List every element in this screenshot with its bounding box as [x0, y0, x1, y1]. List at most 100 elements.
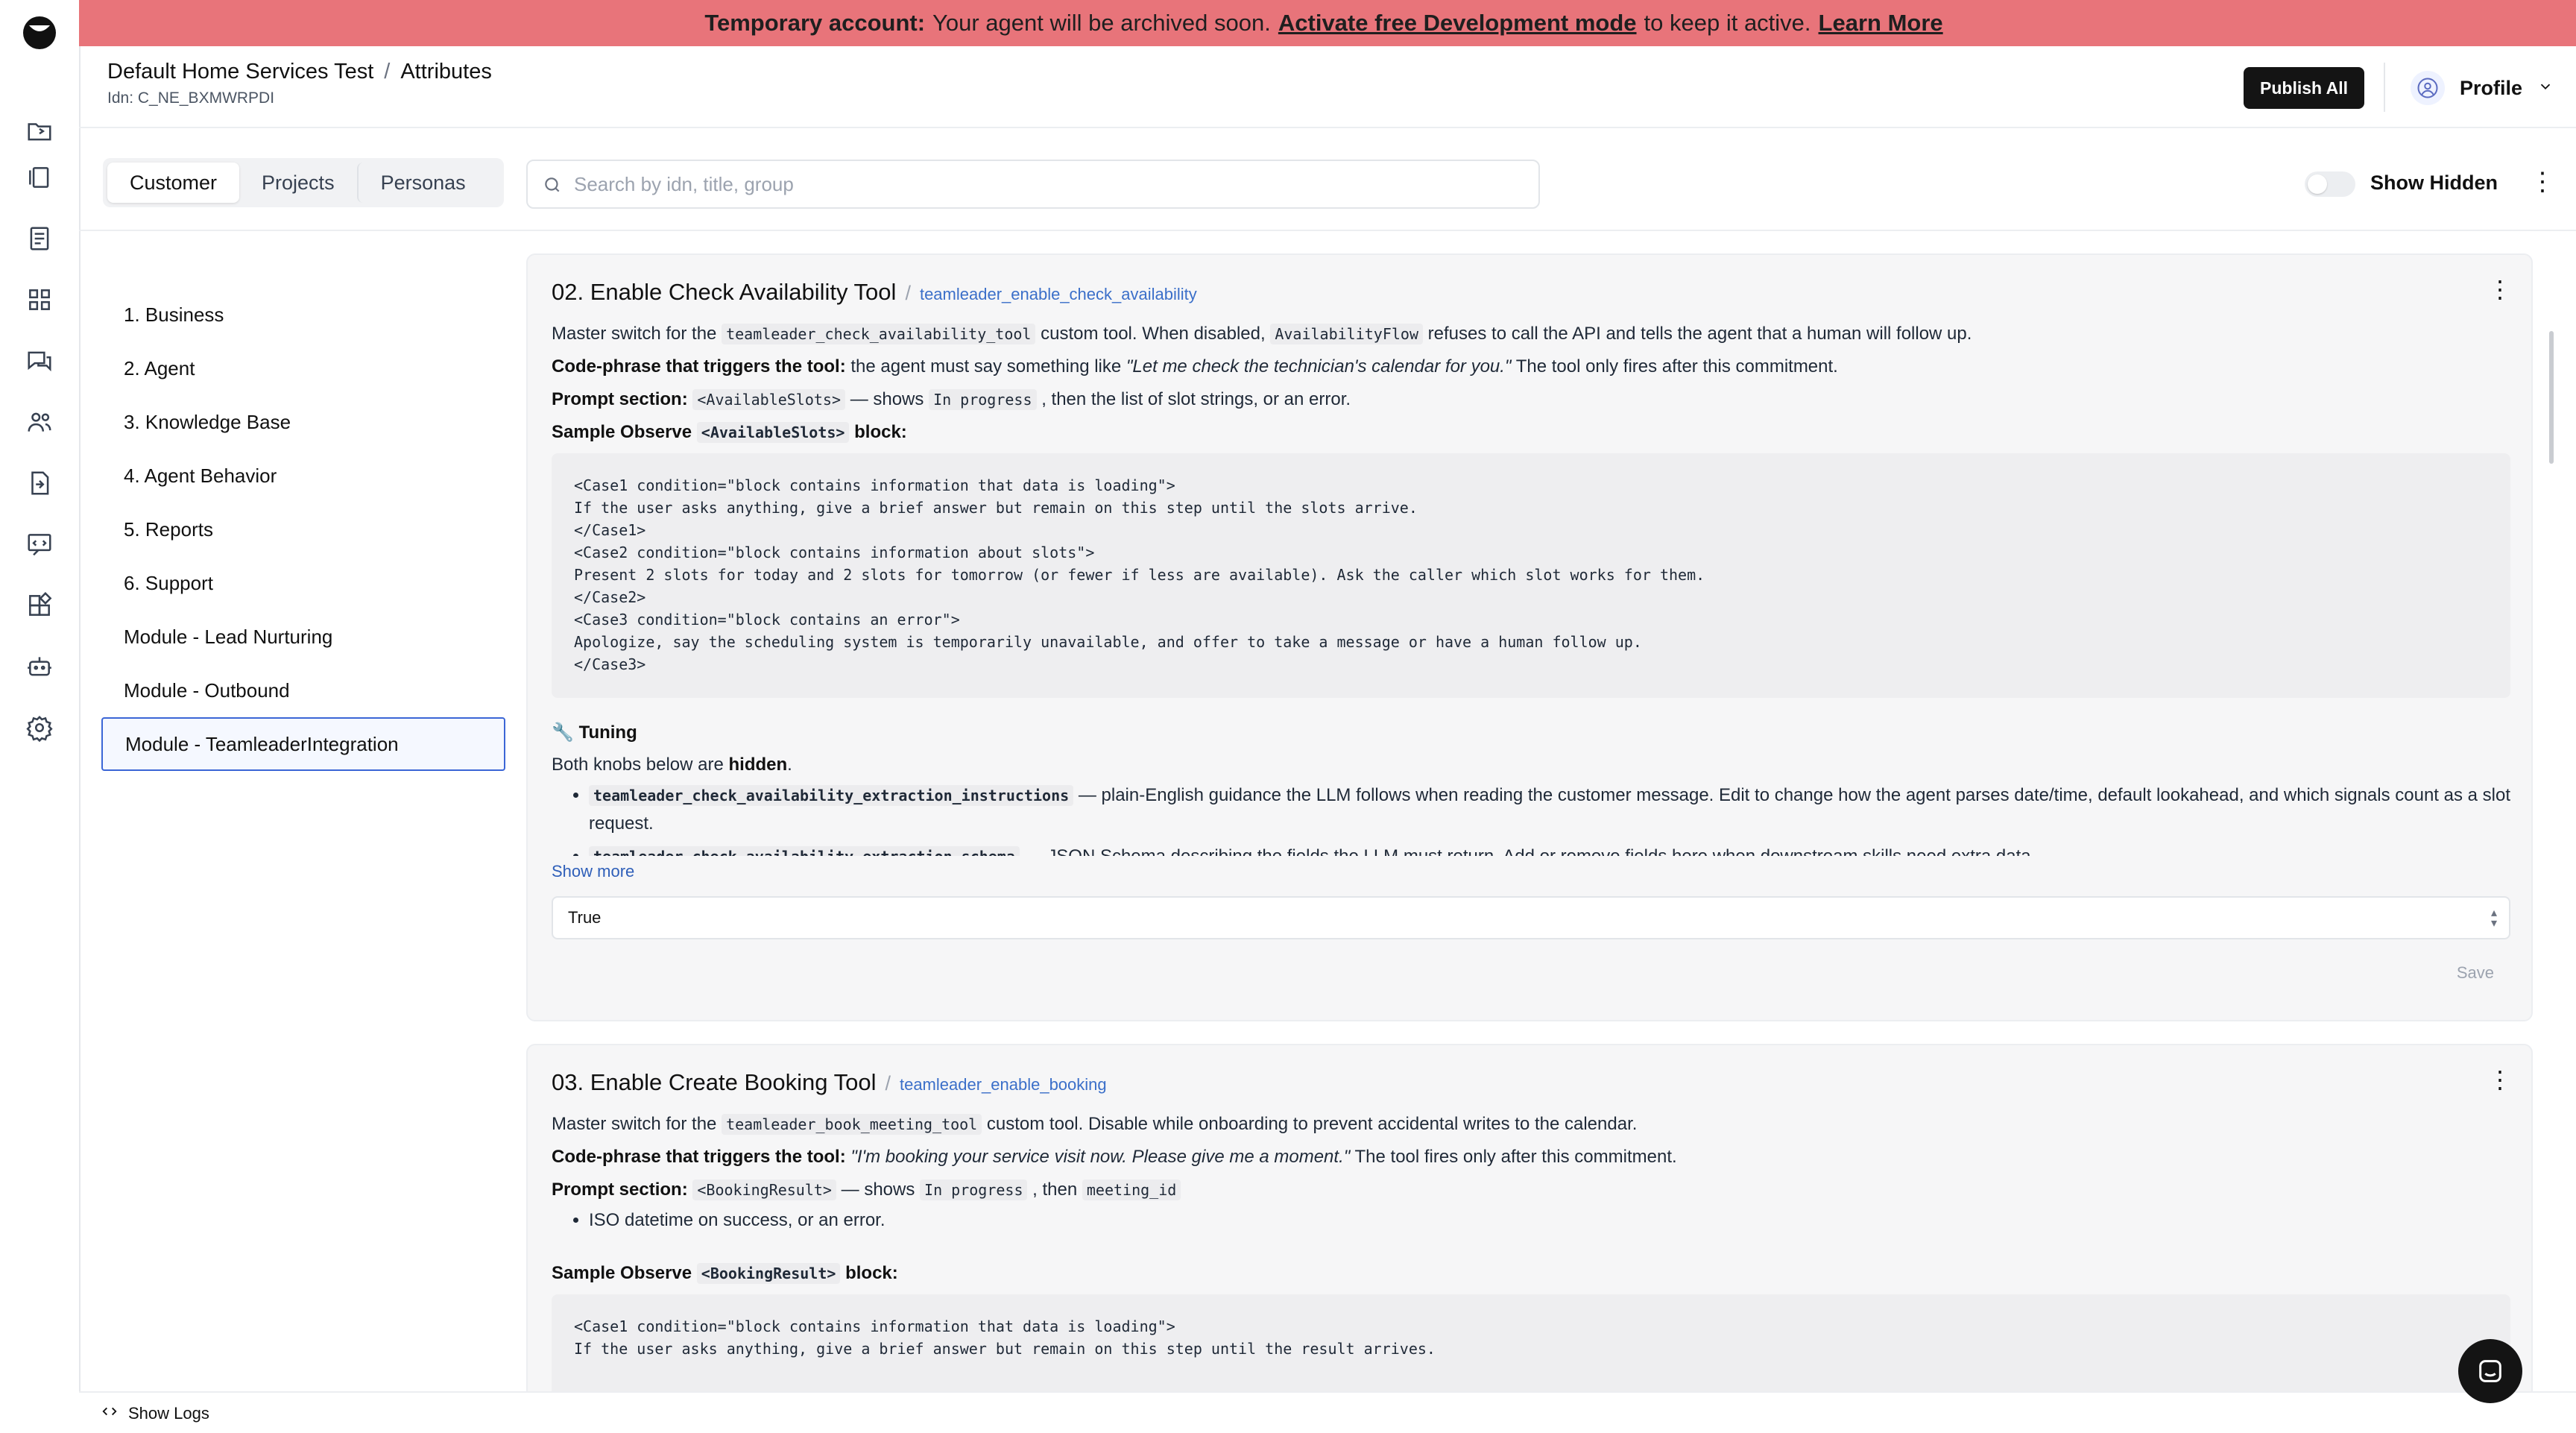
- tuning-list: teamleader_check_availability_extraction…: [552, 781, 2527, 856]
- more-options-icon[interactable]: ⋮: [2530, 166, 2555, 198]
- show-logs-button[interactable]: Show Logs: [101, 1403, 209, 1424]
- code-brackets-icon: [101, 1403, 118, 1424]
- profile-menu[interactable]: Profile: [2411, 66, 2554, 110]
- wrench-icon: 🔧: [552, 722, 574, 743]
- inline-code: <BookingResult>: [696, 1263, 841, 1284]
- text: , then the list of slot strings, or an e…: [1041, 389, 1351, 409]
- show-hidden-toggle[interactable]: [2305, 171, 2355, 197]
- nav-item-agent[interactable]: 2. Agent: [101, 341, 505, 395]
- code-message-icon[interactable]: [25, 529, 54, 559]
- layers-icon[interactable]: [25, 163, 54, 192]
- file-export-icon[interactable]: [25, 468, 54, 498]
- inline-code: teamleader_check_availability_tool: [722, 324, 1036, 344]
- value-select[interactable]: True ▴ ▾: [552, 896, 2510, 939]
- title-separator: /: [905, 282, 911, 304]
- text: , then: [1032, 1180, 1078, 1200]
- italic-text: "I'm booking your service visit now. Ple…: [850, 1147, 1351, 1167]
- text: The tool only fires after this commitmen…: [1515, 356, 1838, 377]
- description-line-2: Code-phrase that triggers the tool: the …: [552, 356, 1838, 377]
- scrollbar-thumb[interactable]: [2549, 331, 2554, 464]
- text: custom tool. When disabled,: [1041, 324, 1266, 344]
- activate-dev-mode-link[interactable]: Activate free Development mode: [1278, 10, 1637, 37]
- inline-code: <AvailableSlots>: [696, 422, 850, 443]
- breadcrumb-separator: /: [384, 60, 391, 84]
- text: .: [787, 755, 792, 775]
- bot-icon[interactable]: [25, 652, 54, 681]
- toggle-knob: [2308, 174, 2327, 194]
- text: — shows: [850, 389, 924, 409]
- group-nav: 1. Business 2. Agent 3. Knowledge Base 4…: [101, 288, 505, 771]
- bold-text: block:: [845, 1263, 898, 1283]
- nav-item-agent-behavior[interactable]: 4. Agent Behavior: [101, 449, 505, 503]
- card-menu-icon[interactable]: ⋮: [2488, 274, 2512, 304]
- integrations-icon[interactable]: [25, 590, 54, 620]
- inline-code: teamleader_check_availability_extraction…: [589, 846, 1020, 856]
- bold-text: hidden: [728, 755, 788, 775]
- tuning-heading: 🔧 Tuning: [552, 722, 637, 743]
- chevron-up-down-icon: ▴ ▾: [2490, 907, 2497, 930]
- code-block: <Case1 condition="block contains informa…: [552, 1294, 2510, 1406]
- show-hidden-label: Show Hidden: [2370, 171, 2498, 194]
- search-box: [526, 160, 1540, 209]
- tab-customer[interactable]: Customer: [107, 163, 240, 203]
- folder-icon[interactable]: [25, 116, 54, 146]
- inline-code: teamleader_book_meeting_tool: [722, 1114, 982, 1135]
- publish-all-button[interactable]: Publish All: [2244, 67, 2364, 109]
- description-line-4: Sample Observe <BookingResult> block:: [552, 1263, 898, 1284]
- tab-personas[interactable]: Personas: [356, 163, 488, 203]
- support-chat-button[interactable]: [2458, 1339, 2522, 1403]
- breadcrumb-project[interactable]: Default Home Services Test: [107, 60, 373, 84]
- list-item: teamleader_check_availability_extraction…: [589, 781, 2527, 838]
- tuning-list-viewport: teamleader_check_availability_extraction…: [528, 781, 2531, 856]
- learn-more-link[interactable]: Learn More: [1819, 10, 1943, 37]
- grid-icon[interactable]: [25, 285, 54, 315]
- inline-code: meeting_id: [1082, 1180, 1181, 1200]
- search-icon: [545, 177, 560, 192]
- bold-text: Sample Observe: [552, 422, 692, 442]
- nav-item-support[interactable]: 6. Support: [101, 556, 505, 610]
- search-input[interactable]: [572, 171, 1470, 197]
- scope-tabs: Customer Projects Personas: [103, 158, 504, 207]
- attribute-title-text: 03. Enable Create Booking Tool: [552, 1069, 877, 1095]
- nav-item-knowledge-base[interactable]: 3. Knowledge Base: [101, 395, 505, 449]
- bold-text: Sample Observe: [552, 1263, 692, 1283]
- show-more-link[interactable]: Show more: [552, 862, 634, 881]
- chat-icon[interactable]: [25, 346, 54, 376]
- chevron-down-icon: [2537, 77, 2554, 100]
- tab-projects[interactable]: Projects: [239, 163, 357, 203]
- inline-code: AvailabilityFlow: [1270, 324, 1423, 344]
- list-item: teamleader_check_availability_extraction…: [589, 843, 2527, 856]
- bold-text: Prompt section:: [552, 389, 688, 409]
- banner-text: Your agent will be archived soon.: [932, 10, 1271, 36]
- user-avatar-icon: [2411, 71, 2445, 105]
- nav-item-business[interactable]: 1. Business: [101, 288, 505, 341]
- attribute-title: 02. Enable Check Availability Tool / tea…: [552, 279, 1197, 306]
- nav-item-teamleader-integration[interactable]: Module - TeamleaderIntegration: [101, 717, 505, 771]
- text: the agent must say something like: [850, 356, 1122, 377]
- description-line-1: Master switch for the teamleader_check_a…: [552, 324, 1972, 344]
- nav-item-reports[interactable]: 5. Reports: [101, 503, 505, 556]
- inline-code: In progress: [929, 389, 1037, 410]
- toolbar-divider: [79, 230, 2576, 231]
- banner-bold: Temporary account:: [704, 10, 926, 36]
- card-menu-icon[interactable]: ⋮: [2488, 1065, 2512, 1095]
- document-icon[interactable]: [25, 224, 54, 253]
- text: Master switch for the: [552, 1114, 717, 1134]
- bold-text: block:: [854, 422, 907, 442]
- save-button[interactable]: Save: [2457, 963, 2494, 983]
- attribute-card-create-booking: 03. Enable Create Booking Tool / teamlea…: [526, 1044, 2533, 1406]
- settings-gear-icon[interactable]: [25, 713, 54, 743]
- text: Master switch for the: [552, 324, 717, 344]
- nav-item-outbound[interactable]: Module - Outbound: [101, 664, 505, 717]
- text: The tool fires only after this commitmen…: [1354, 1147, 1677, 1167]
- left-rail: [0, 0, 80, 1432]
- breadcrumb-page: Attributes: [400, 60, 492, 84]
- bold-text: Code-phrase that triggers the tool:: [552, 356, 846, 377]
- temporary-account-banner: Temporary account: Your agent will be ar…: [79, 0, 2576, 46]
- italic-text: "Let me check the technician's calendar …: [1126, 356, 1512, 377]
- banner-tail: to keep it active.: [1644, 10, 1811, 36]
- profile-label: Profile: [2460, 76, 2523, 99]
- nav-item-lead-nurturing[interactable]: Module - Lead Nurturing: [101, 610, 505, 664]
- app-logo-icon[interactable]: [22, 15, 57, 51]
- users-icon[interactable]: [25, 407, 54, 437]
